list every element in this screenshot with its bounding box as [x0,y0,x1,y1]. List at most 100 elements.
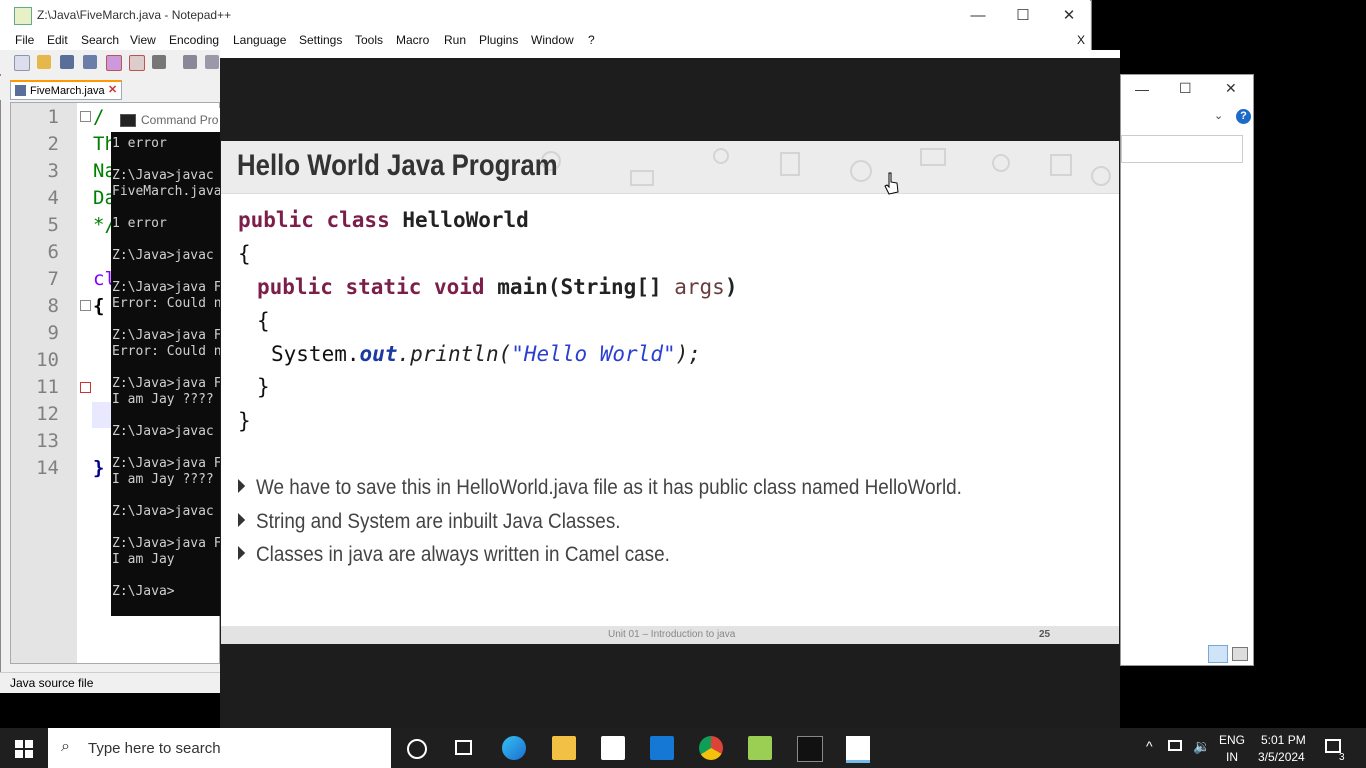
cut-icon[interactable] [183,55,197,69]
edge-icon[interactable] [502,736,526,760]
cmd-line: Error: Could n [112,344,222,359]
store-icon[interactable] [601,736,625,760]
notepad-plus-plus-icon[interactable] [748,736,772,760]
code-line-2: { [238,242,251,266]
line-number: 10 [36,349,59,371]
menu-run[interactable]: Run [444,33,466,47]
bullet-text: String and System are inbuilt Java Class… [256,510,621,533]
help-icon[interactable]: ? [1236,109,1251,124]
fold-end-icon[interactable] [80,382,91,393]
search-placeholder: Type here to search [88,740,221,757]
slideshow-top-strip [220,50,1120,58]
line-number: 4 [47,187,59,209]
menu-window[interactable]: Window [531,33,574,47]
copy-icon[interactable] [205,55,219,69]
close-button[interactable]: ✕ [1046,0,1092,31]
close-all-icon[interactable] [129,55,145,71]
footer-unit-text: Unit 01 – Introduction to java [608,629,736,640]
cmd-line: I am Jay ???? [112,392,214,407]
fold-icon[interactable] [80,111,91,122]
cmd-title: Command Pro [141,113,219,127]
menu-language[interactable]: Language [233,33,286,47]
status-filetype: Java source file [10,676,94,690]
slide-footer: Unit 01 – Introduction to java 25 [221,626,1119,644]
save-all-icon[interactable] [83,55,97,69]
minimize-button[interactable]: — [955,0,1001,31]
chevron-down-icon[interactable]: ⌄ [1214,109,1223,122]
minimize-button[interactable]: — [1135,81,1149,97]
mail-icon[interactable] [650,736,674,760]
bullet-text: We have to save this in HelloWorld.java … [256,476,962,499]
maximize-button[interactable]: ☐ [1000,0,1046,31]
ribbon-field[interactable] [1121,135,1243,163]
clock-time[interactable]: 5:01 PM [1261,733,1306,747]
background-window[interactable]: — ☐ ✕ ⌄ ? [1120,74,1254,666]
fold-icon[interactable] [80,300,91,311]
menu-tools[interactable]: Tools [355,33,383,47]
cortana-icon[interactable] [407,739,427,759]
close-document-button[interactable]: X [1077,33,1085,47]
menu-encoding[interactable]: Encoding [169,33,219,47]
cmd-line: I am Jay [112,552,175,567]
cmd-line: Z:\Java>java F [112,456,222,471]
menu-search[interactable]: Search [81,33,119,47]
file-explorer-icon[interactable] [552,736,576,760]
cmd-line: Z:\Java>java F [112,376,222,391]
menu-file[interactable]: File [15,33,34,47]
cmd-line: 1 error [112,216,167,231]
tab-fivemarch[interactable]: FiveMarch.java ✕ [10,80,122,100]
command-prompt-title-bar[interactable]: Command Pro [111,108,221,132]
notepad-app-icon [14,7,32,25]
maximize-button[interactable]: ☐ [1179,80,1192,97]
print-icon[interactable] [152,55,166,69]
code-line-5: System.out.println("Hello World"); [271,342,701,366]
notepad-title-bar[interactable]: Z:\Java\FiveMarch.java - Notepad++ — ☐ ✕ [0,0,1090,31]
menu-macro[interactable]: Macro [396,33,429,47]
cmd-line: Z:\Java>javac [112,168,214,183]
language-code[interactable]: ENG [1219,733,1245,747]
close-file-icon[interactable] [106,55,122,71]
chrome-icon[interactable] [699,736,723,760]
code-system: System. [271,342,360,366]
line-number: 3 [47,160,59,182]
cmd-line: I am Jay ???? [112,472,214,487]
slide-view-icon[interactable] [1232,647,1248,661]
code-fragment: / [93,106,105,128]
tab-label: FiveMarch.java [30,85,105,97]
cmd-line: FiveMarch.java [112,184,222,199]
bullet-item: We have to save this in HelloWorld.java … [238,476,962,500]
tab-close-icon[interactable]: ✕ [108,83,117,96]
menu-edit[interactable]: Edit [47,33,68,47]
line-number: 6 [47,241,59,263]
language-region[interactable]: IN [1226,750,1238,764]
menu-settings[interactable]: Settings [299,33,342,47]
normal-view-icon[interactable] [1208,645,1228,663]
bullet-text: Classes in java are always written in Ca… [256,543,670,566]
notepad-toolbar [0,50,220,74]
cmd-line: 1 error [112,136,167,151]
presentation-app-icon[interactable] [846,736,870,763]
menu-plugins[interactable]: Plugins [479,33,518,47]
chevron-up-icon[interactable]: ^ [1146,738,1153,754]
new-file-icon[interactable] [14,55,30,71]
line-number: 14 [36,457,59,479]
notepad-title: Z:\Java\FiveMarch.java - Notepad++ [37,8,232,22]
task-view-icon[interactable] [455,740,472,755]
command-prompt-icon[interactable] [797,736,823,762]
code-paren: ) [724,275,738,299]
notepad-status-bar: Java source file [0,672,220,693]
taskbar-search-box[interactable]: ⌕ Type here to search [48,728,391,768]
code-method: main [497,275,548,299]
close-button[interactable]: ✕ [1225,80,1237,97]
network-icon[interactable] [1168,740,1182,751]
code-keyword: public static void [257,275,485,299]
menu-view[interactable]: View [130,33,156,47]
save-icon[interactable] [60,55,74,69]
volume-icon[interactable]: 🔉 [1193,738,1210,755]
code-line-1: public class HelloWorld [238,208,529,232]
notification-icon[interactable] [1325,739,1341,753]
clock-date[interactable]: 3/5/2024 [1258,750,1305,764]
windows-start-icon[interactable] [15,740,33,758]
open-file-icon[interactable] [37,55,51,69]
menu-help[interactable]: ? [588,33,595,47]
